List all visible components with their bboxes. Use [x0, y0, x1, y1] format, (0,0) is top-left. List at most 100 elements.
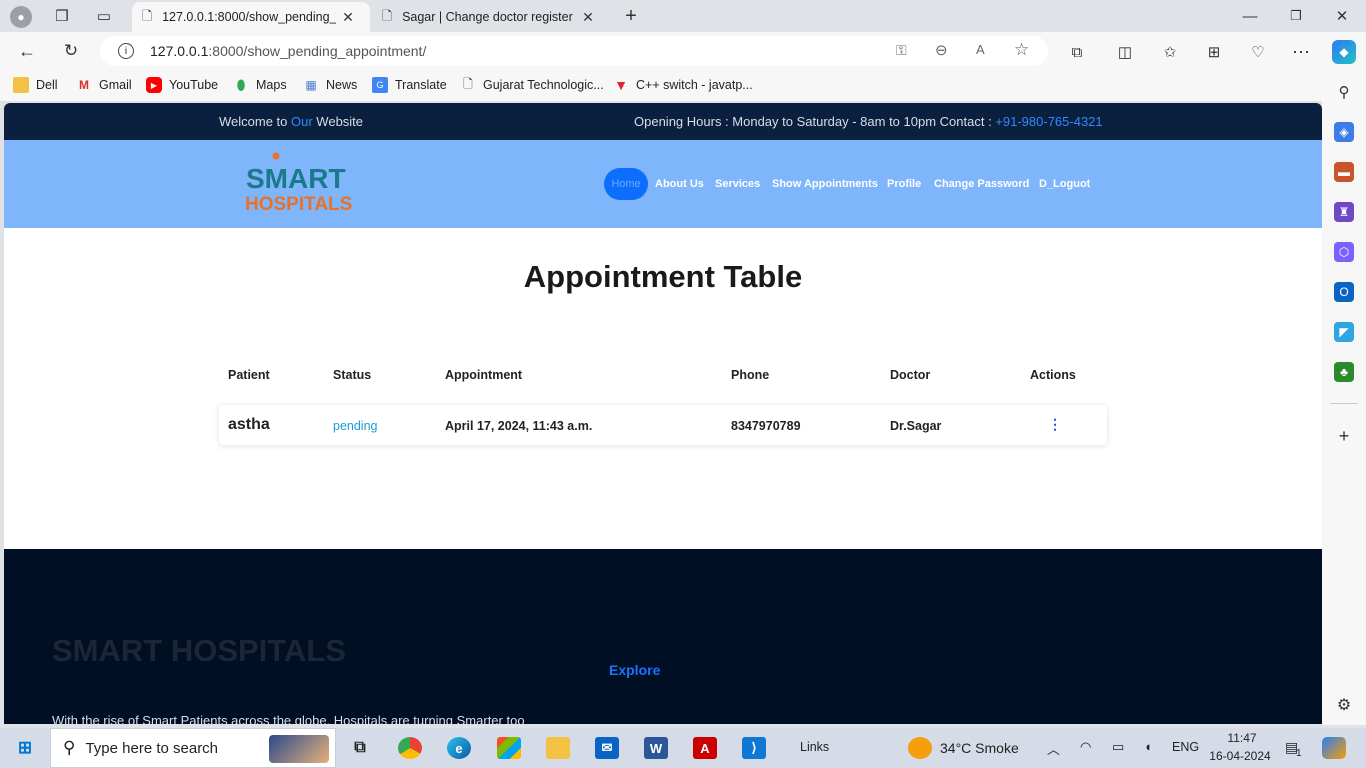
site-info-icon[interactable]: i [118, 43, 134, 59]
workspaces-icon[interactable]: ❒ [52, 7, 72, 25]
footer-brand: SMART HOSPITALS [52, 633, 346, 668]
tree-icon[interactable]: ♣ [1334, 362, 1354, 382]
close-tab-icon[interactable]: ✕ [582, 9, 594, 26]
col-header-status: Status [333, 368, 372, 382]
smart-hospitals-logo[interactable]: SMART HOSPITALS [244, 150, 354, 215]
add-icon[interactable]: + [1334, 426, 1354, 446]
nav-change-password[interactable]: Change Password [934, 178, 1029, 190]
refresh-icon[interactable]: ↻ [60, 40, 82, 62]
weather-text[interactable]: 34°C Smoke [940, 740, 1019, 756]
zoom-icon[interactable]: ⊖ [935, 41, 948, 59]
battery-icon[interactable]: ▭ [1112, 739, 1124, 755]
edge-icon[interactable]: e [447, 737, 471, 759]
bookmark-youtube[interactable]: ▶ YouTube [146, 77, 218, 93]
more-menu-icon[interactable]: ⋯ [1290, 41, 1312, 63]
acrobat-icon[interactable]: A [693, 737, 717, 759]
url-host: 127.0.0.1 [150, 43, 209, 59]
tab-show-pending[interactable]: 🗋 127.0.0.1:8000/show_pending_ap ✕ [132, 2, 370, 32]
language-indicator[interactable]: ENG [1172, 740, 1199, 754]
tab-actions-icon[interactable]: ▭ [94, 7, 114, 25]
bookmark-maps[interactable]: ⬮ Maps [233, 77, 287, 93]
restore-icon[interactable]: ❐ [1286, 6, 1306, 26]
windows-start-icon[interactable]: ⊞ [13, 737, 37, 759]
profile-avatar-icon[interactable]: ● [10, 6, 32, 28]
file-explorer-icon[interactable] [546, 737, 570, 759]
footer-explore[interactable]: Explore [609, 662, 660, 678]
weather-icon[interactable] [908, 737, 932, 759]
settings-gear-icon[interactable]: ⚙ [1334, 695, 1354, 715]
sidebar-divider [1330, 403, 1358, 404]
nav-about-us[interactable]: About Us [655, 178, 704, 190]
network-icon[interactable]: ◠ [1080, 739, 1091, 755]
cell-appointment: April 17, 2024, 11:43 a.m. [445, 419, 593, 433]
bookmark-gtu[interactable]: 🗋 Gujarat Technologic... [460, 77, 604, 93]
bookmark-dell[interactable]: Dell [13, 77, 58, 93]
page-icon: 🗋 [382, 8, 393, 23]
actions-kebab-icon[interactable]: ⋮ [1048, 416, 1062, 433]
chrome-icon[interactable] [398, 737, 422, 759]
mail-icon[interactable]: ✉ [595, 737, 619, 759]
javatpoint-icon: ▼ [614, 77, 628, 93]
collections-icon[interactable]: ⊞ [1203, 41, 1225, 63]
volume-icon[interactable]: ◖ [1144, 739, 1152, 754]
vscode-icon[interactable]: ⟩ [742, 737, 766, 759]
nav-show-appointments[interactable]: Show Appointments [772, 178, 878, 190]
table-row: astha pending April 17, 2024, 11:43 a.m.… [219, 405, 1107, 445]
browser-titlebar: ● ❒ ▭ 🗋 127.0.0.1:8000/show_pending_ap ✕… [0, 0, 1366, 32]
cell-status: pending [333, 419, 378, 433]
nav-home[interactable]: Home [604, 168, 648, 200]
youtube-icon: ▶ [146, 77, 162, 93]
copilot-icon[interactable]: ◆ [1332, 40, 1356, 64]
bookmark-label: C++ switch - javatp... [636, 78, 753, 92]
contact-phone[interactable]: +91-980-765-4321 [995, 114, 1102, 129]
close-window-icon[interactable]: ✕ [1332, 6, 1352, 26]
bookmark-translate[interactable]: G Translate [372, 77, 447, 93]
bookmark-gmail[interactable]: M Gmail [76, 77, 132, 93]
drop-icon[interactable]: ◤ [1334, 322, 1354, 342]
games-icon[interactable]: ♜ [1334, 202, 1354, 222]
close-tab-icon[interactable]: ✕ [342, 9, 354, 26]
extensions-icon[interactable]: ⧉ [1066, 41, 1088, 63]
taskbar-links[interactable]: Links [800, 740, 829, 754]
favorites-icon[interactable]: ✩ [1159, 41, 1181, 63]
col-header-phone: Phone [731, 368, 770, 382]
taskbar-search-box[interactable]: ⚲ Type here to search [50, 728, 336, 768]
clock-date[interactable]: 16-04-2024 [1205, 749, 1275, 763]
tools-icon[interactable]: ▬ [1334, 162, 1354, 182]
cell-doctor: Dr.Sagar [890, 419, 942, 433]
microsoft365-icon[interactable]: ⬡ [1334, 242, 1354, 262]
split-screen-icon[interactable]: ◫ [1114, 41, 1136, 63]
logo-smart: SMART [246, 163, 346, 194]
back-icon[interactable]: ← [16, 40, 38, 62]
bookmark-javatpoint[interactable]: ▼ C++ switch - javatp... [613, 77, 753, 93]
folder-icon [13, 77, 29, 93]
clock-time[interactable]: 11:47 [1212, 731, 1272, 745]
show-hidden-icons-chevron-up-icon[interactable]: ︿ [1047, 739, 1060, 758]
copilot-taskbar-icon[interactable] [1322, 737, 1346, 759]
welcome-post: Website [312, 114, 364, 129]
bookmark-label: News [326, 78, 358, 92]
search-icon[interactable]: ⚲ [1334, 82, 1354, 102]
col-header-actions: Actions [1030, 368, 1076, 382]
nav-services[interactable]: Services [715, 178, 760, 190]
favorite-star-icon[interactable]: ☆ [1014, 40, 1029, 60]
site-navbar: SMART HOSPITALS Home About Us Services S… [4, 140, 1322, 228]
read-aloud-icon[interactable]: A [976, 42, 985, 57]
outlook-icon[interactable]: O [1334, 282, 1354, 302]
key-icon[interactable]: ⚿ [896, 42, 907, 59]
word-icon[interactable]: W [644, 737, 668, 759]
new-tab-icon[interactable]: + [620, 5, 642, 27]
ms-store-icon[interactable] [497, 737, 521, 759]
address-bar[interactable]: i 127.0.0.1:8000/show_pending_appointmen… [100, 36, 1048, 66]
bookmark-label: Translate [395, 78, 447, 92]
shopping-icon[interactable]: ◈ [1334, 122, 1354, 142]
col-header-patient: Patient [228, 368, 270, 382]
task-view-icon[interactable]: ⧉ [348, 737, 372, 759]
bookmark-news[interactable]: ▦ News [303, 77, 357, 93]
nav-logout[interactable]: D_Loguot [1039, 178, 1090, 190]
nav-profile[interactable]: Profile [887, 178, 921, 190]
minimize-icon[interactable]: — [1240, 6, 1260, 26]
performance-icon[interactable]: ♡ [1247, 41, 1269, 63]
maps-pin-icon: ⬮ [236, 76, 246, 93]
tab-change-doctor[interactable]: 🗋 Sagar | Change doctor register | S ✕ [372, 2, 610, 32]
